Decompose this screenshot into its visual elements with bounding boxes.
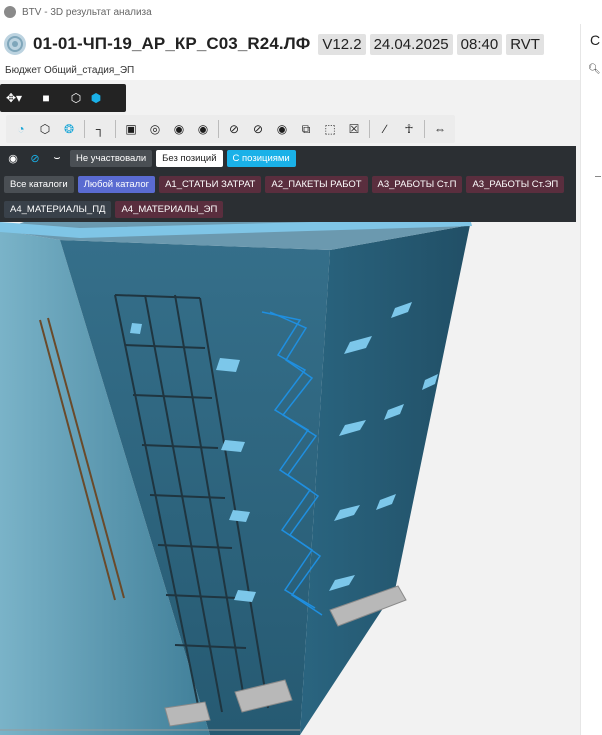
catalog-a2[interactable]: А2_ПАКЕТЫ РАБОТ — [265, 176, 368, 193]
divider — [218, 120, 219, 138]
model-version: V12.2 — [318, 33, 366, 55]
divider — [115, 120, 116, 138]
divider — [595, 176, 601, 177]
divider — [84, 120, 85, 138]
hide-others-icon[interactable]: ⊘ — [247, 118, 269, 140]
catalog-a3-ep[interactable]: А3_РАБОТЫ Ст.ЭП — [466, 176, 565, 193]
app-icon — [4, 6, 16, 18]
view-toolbar-top: ✥▾ ■ ⬡ ⬢ — [0, 84, 126, 112]
focus-selection-icon[interactable]: ◎ — [144, 118, 166, 140]
filter-with-positions[interactable]: С позициями — [226, 150, 296, 167]
catalog-row: Все каталоги Любой каталог А1_СТАТЬИ ЗАТ… — [4, 176, 565, 193]
model-meta: V12.2 24.04.2025 08:40 RVT — [318, 33, 544, 55]
comment-icon[interactable]: ■ — [36, 88, 56, 108]
gauge-icon[interactable]: ◔ — [10, 118, 32, 140]
divider — [369, 120, 370, 138]
participation-row: ◉ ⊘ ⌣ Не участвовали Без позиций С позиц… — [4, 150, 296, 167]
catalog-all[interactable]: Все каталоги — [4, 176, 74, 193]
navigation-mode-icon[interactable]: ✥▾ — [0, 88, 28, 108]
model-format: RVT — [506, 33, 544, 55]
catalog-row-2: А4_МАТЕРИАЛЫ_ПД А4_МАТЕРИАЛЫ_ЭП — [4, 201, 224, 218]
filter-not-participated[interactable]: Не участвовали — [70, 150, 153, 167]
budget-subtitle: Бюджет Общий_стадия_ЭП — [5, 65, 135, 76]
isolate-icon[interactable]: ◉ — [168, 118, 190, 140]
cube-outline-icon[interactable]: ⬡ — [66, 88, 86, 108]
copy-selection-icon[interactable]: ⧉ — [295, 118, 317, 140]
measure-icon[interactable]: ∕ — [374, 118, 396, 140]
catalog-a4-ep[interactable]: А4_МАТЕРИАЛЫ_ЭП — [115, 201, 224, 218]
target-icon[interactable]: ◉ — [192, 118, 214, 140]
filter-panel: ◉ ⊘ ⌣ Не участвовали Без позиций С позиц… — [0, 146, 576, 222]
model-name: 01-01-ЧП-19_АР_КР_С03_R24.ЛФ — [33, 34, 311, 53]
eye-closed-icon[interactable]: ⌣ — [48, 152, 66, 166]
hexagon-icon[interactable]: ⬡ — [34, 118, 56, 140]
eye-off-icon[interactable]: ⊘ — [26, 152, 44, 166]
tools-toolbar: ◔ ⬡ ❂ ┐ ▣ ◎ ◉ ◉ ⊘ ⊘ ◉ ⧉ ⬚ ☒ ∕ ☥ ⇔ — [6, 115, 455, 143]
model-date: 24.04.2025 — [369, 33, 453, 55]
hide-icon[interactable]: ⊘ — [223, 118, 245, 140]
eye-icon[interactable]: ◉ — [4, 152, 22, 166]
filter-without-positions[interactable]: Без позиций — [156, 150, 223, 167]
right-panel-letter: С — [590, 32, 601, 48]
catalog-any[interactable]: Любой каталог — [77, 176, 156, 193]
catalog-a3-p[interactable]: А3_РАБОТЫ Ст.П — [371, 176, 463, 193]
model-logo-icon — [4, 33, 26, 55]
section-person-icon[interactable]: ☥ — [398, 118, 420, 140]
cube-filled-icon[interactable]: ⬢ — [86, 88, 106, 108]
path-icon[interactable]: ┐ — [89, 118, 111, 140]
aperture-icon[interactable]: ❂ — [58, 118, 80, 140]
model-header: 01-01-ЧП-19_АР_КР_С03_R24.ЛФ V12.2 24.04… — [0, 26, 580, 62]
select-box-icon[interactable]: ⬚ — [319, 118, 341, 140]
catalog-a4-pd[interactable]: А4_МАТЕРИАЛЫ_ПД — [4, 201, 112, 218]
search-icon[interactable]: 🔍︎ — [588, 64, 601, 75]
hide-box-icon[interactable]: ☒ — [343, 118, 365, 140]
width-icon[interactable]: ⇔ — [429, 118, 451, 140]
window-titlebar: BTV - 3D результат анализа — [0, 0, 602, 24]
show-icon[interactable]: ◉ — [271, 118, 293, 140]
fit-view-icon[interactable]: ▣ — [120, 118, 142, 140]
catalog-a1[interactable]: А1_СТАТЬИ ЗАТРАТ — [159, 176, 262, 193]
divider — [424, 120, 425, 138]
right-side-panel: С 🔍︎ — [580, 24, 602, 735]
window-title: BTV - 3D результат анализа — [22, 6, 152, 18]
model-time: 08:40 — [456, 33, 503, 55]
